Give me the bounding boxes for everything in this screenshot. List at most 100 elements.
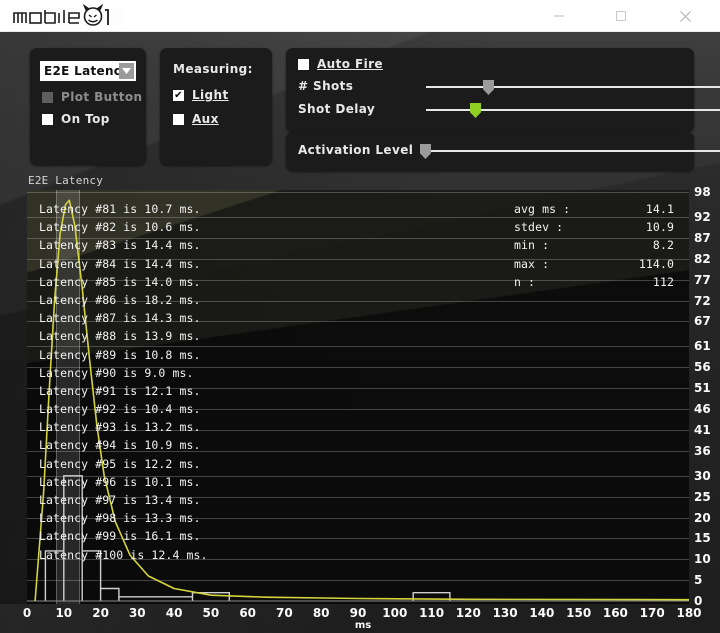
x-axis-tick: 130 <box>492 606 518 620</box>
close-button[interactable] <box>662 0 708 32</box>
auto-fire-checkbox-row[interactable]: Auto Fire <box>298 57 383 71</box>
log-line: Latency #82 is 10.6 ms. <box>39 220 201 235</box>
plot-button-checkbox[interactable] <box>42 91 53 103</box>
log-line: Latency #91 is 12.1 ms. <box>39 383 201 398</box>
check-icon: ✔ <box>174 89 183 101</box>
x-axis-tick: 30 <box>128 606 146 620</box>
x-axis-tick: 60 <box>239 606 257 620</box>
log-line: Latency #84 is 14.4 ms. <box>39 256 201 271</box>
statistic-value: 114.0 <box>638 256 674 271</box>
on-top-checkbox-row[interactable]: On Top <box>42 112 110 126</box>
minimize-icon <box>554 15 564 17</box>
mode-combobox[interactable]: E2E Latency <box>40 61 136 81</box>
statistic-key: stdev : <box>514 220 564 235</box>
x-axis-tick: 90 <box>349 606 367 620</box>
x-axis-tick: 100 <box>382 606 408 620</box>
activation-level-slider-track[interactable] <box>426 150 720 152</box>
maximize-icon <box>616 11 626 21</box>
light-checkbox-row[interactable]: ✔ Light <box>173 88 229 102</box>
activation-panel: Activation Level Auto <box>286 132 720 171</box>
x-axis-tick: 110 <box>419 606 445 620</box>
x-axis-tick: 140 <box>529 606 555 620</box>
y-axis-tick: 61 <box>694 339 711 354</box>
log-line: Latency #96 is 10.1 ms. <box>39 474 201 489</box>
log-line: Latency #97 is 13.4 ms. <box>39 493 201 507</box>
y-axis-tick: 67 <box>694 314 711 329</box>
light-checkbox[interactable]: ✔ <box>173 89 184 101</box>
shot-delay-label: Shot Delay <box>298 102 376 116</box>
y-axis-tick: 41 <box>694 422 711 437</box>
statistic-value: 8.2 <box>652 238 674 253</box>
statistic-row: max : 114.0 <box>514 255 674 273</box>
log-line: Latency #86 is 18.2 ms. <box>39 292 201 307</box>
latency-log: Latency #81 is 10.7 ms. Latency #82 is 10… <box>39 200 559 564</box>
maximize-button[interactable] <box>598 0 644 32</box>
minimize-button[interactable] <box>536 0 582 32</box>
latency-plot[interactable]: Latency #81 is 10.7 ms. Latency #82 is 10… <box>27 190 689 604</box>
log-line: Latency #83 is 14.4 ms. <box>39 238 201 253</box>
y-axis-tick: 92 <box>694 210 711 224</box>
aux-checkbox-row[interactable]: Aux <box>173 112 219 126</box>
x-axis-tick: 10 <box>55 606 73 620</box>
title-bar: LDAT 2.10 <box>0 0 720 32</box>
y-axis-tick: 25 <box>694 489 711 504</box>
shots-slider-thumb[interactable] <box>483 80 494 95</box>
log-line: Latency #81 is 10.7 ms. <box>39 202 201 216</box>
statistic-row: stdev : 10.9 <box>514 218 674 236</box>
ldat-app-window: LDAT 2.10 E2E Latency Plot Button On Top… <box>0 0 720 633</box>
y-axis-tick: 87 <box>694 230 711 245</box>
log-line: Latency #85 is 14.0 ms. <box>39 274 201 289</box>
statistic-value: 14.1 <box>645 202 674 216</box>
chevron-down-icon[interactable] <box>119 63 134 79</box>
log-line: Latency #92 is 10.4 ms. <box>39 402 201 417</box>
y-axis-tick: 72 <box>694 293 711 308</box>
x-axis-tick: 80 <box>312 606 330 620</box>
log-line: Latency #93 is 13.2 ms. <box>39 420 201 435</box>
shots-slider-track[interactable] <box>426 86 720 88</box>
y-axis-tick: 10 <box>694 552 711 567</box>
y-axis-tick: 36 <box>694 443 711 458</box>
app-icon <box>10 8 25 23</box>
auto-fire-checkbox[interactable] <box>298 58 309 70</box>
on-top-checkbox[interactable] <box>42 113 53 125</box>
x-axis-tick: 180 <box>676 606 702 620</box>
x-axis-tick: 160 <box>602 606 628 620</box>
y-axis-tick: 20 <box>694 510 711 525</box>
plot-button-checkbox-row[interactable]: Plot Button <box>42 90 142 104</box>
y-axis-tick: 15 <box>694 531 711 546</box>
activation-level-slider-thumb[interactable] <box>420 144 431 159</box>
x-axis-tick: 0 <box>22 606 32 620</box>
activation-level-slider-row: Activation Level Auto <box>298 142 720 160</box>
log-line: Latency #94 is 10.9 ms. <box>39 438 201 453</box>
x-axis-tick: 40 <box>165 606 183 620</box>
chart-title: E2E Latency <box>28 174 104 187</box>
statistic-key: n : <box>514 274 536 289</box>
statistics-panel: avg ms : 14.1 stdev : 10.9 min : 8.2 max : 114.… <box>514 200 674 291</box>
aux-label: Aux <box>192 112 219 126</box>
x-axis: ms 0 10 20 30 40 50 60 70 80 90 100 110 120 130 140 150… <box>0 604 720 633</box>
y-axis-tick: 51 <box>694 381 711 396</box>
statistic-key: avg ms : <box>514 202 571 216</box>
measuring-panel: Measuring: ✔ Light Aux <box>160 48 272 165</box>
log-line: Latency #100 is 12.4 ms. <box>39 547 208 562</box>
close-icon <box>679 10 691 22</box>
mode-combobox-value: E2E Latency <box>44 64 130 78</box>
y-axis-tick: 5 <box>694 573 703 588</box>
y-axis-tick: 30 <box>694 468 711 483</box>
statistic-row: min : 8.2 <box>514 236 674 254</box>
log-line: Latency #90 is 9.0 ms. <box>39 365 194 380</box>
statistic-row: avg ms : 14.1 <box>514 200 674 218</box>
window-title: LDAT 2.10 <box>31 8 96 22</box>
y-axis-tick: 56 <box>694 360 711 375</box>
shot-delay-slider-thumb[interactable] <box>470 103 481 118</box>
log-line: Latency #89 is 10.8 ms. <box>39 347 201 362</box>
statistic-row: n : 112 <box>514 273 674 291</box>
aux-checkbox[interactable] <box>173 113 184 125</box>
plot-button-label: Plot Button <box>61 90 143 104</box>
shot-delay-slider-row: Shot Delay 0.3 s <box>298 101 720 119</box>
measuring-title: Measuring: <box>173 62 253 76</box>
statistic-key: min : <box>514 238 550 253</box>
x-axis-tick: 170 <box>639 606 665 620</box>
log-line: Latency #88 is 13.9 ms. <box>39 329 201 344</box>
shots-label: # Shots <box>298 79 354 93</box>
